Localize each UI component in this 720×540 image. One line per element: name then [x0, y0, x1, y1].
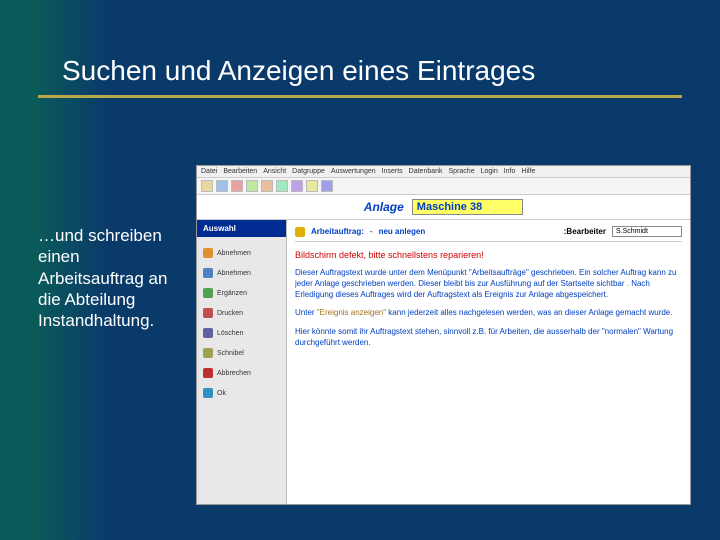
app-window: Datei Bearbeiten Ansicht Datgruppe Auswe… — [196, 165, 691, 505]
menubar: Datei Bearbeiten Ansicht Datgruppe Auswe… — [197, 166, 690, 178]
new-order-link[interactable]: neu anlegen — [379, 227, 426, 236]
menu-item[interactable]: Datei — [201, 168, 217, 175]
sidebar-item-label: Ok — [217, 390, 226, 397]
menu-item[interactable]: Datenbank — [409, 168, 443, 175]
toolbar-icon[interactable] — [306, 180, 318, 192]
anlage-label: Anlage — [364, 200, 404, 214]
sidebar-item[interactable]: Ergänzen — [197, 283, 286, 303]
slide-title: Suchen und Anzeigen eines Eintrages — [0, 0, 720, 95]
menu-item[interactable]: Sprache — [449, 168, 475, 175]
sidebar-icon — [203, 288, 213, 298]
body-paragraph-3: Hier könnte somit ihr Auftragstext stehe… — [295, 327, 682, 349]
sidebar-item-label: Abnehmen — [217, 250, 251, 257]
sidebar-item-label: Abbrechen — [217, 370, 251, 377]
sidebar-icon — [203, 348, 213, 358]
menu-item[interactable]: Datgruppe — [292, 168, 325, 175]
work-order-row: Arbeitauftrag: - neu anlegen :Bearbeiter… — [295, 226, 682, 242]
sidebar-icon — [203, 248, 213, 258]
sidebar-icon — [203, 368, 213, 378]
sidebar-item[interactable]: Drucken — [197, 303, 286, 323]
toolbar-icon[interactable] — [276, 180, 288, 192]
body-paragraph-2: Unter "Ereignis anzeigen" kann jederzeit… — [295, 308, 682, 319]
slide-caption: …und schreiben einen Arbeitsauftrag an d… — [38, 225, 183, 331]
menu-item[interactable]: Hilfe — [521, 168, 535, 175]
sidebar-item-label: Drucken — [217, 310, 243, 317]
work-order-icon — [295, 227, 305, 237]
sidebar-item[interactable]: Abbrechen — [197, 363, 286, 383]
alert-text: Bildschirm defekt, bitte schnellstens re… — [295, 250, 682, 260]
bearbeiter-field[interactable]: S.Schmidt — [612, 226, 682, 237]
sidebar-item[interactable]: Abnehmen — [197, 263, 286, 283]
toolbar — [197, 178, 690, 195]
menu-item[interactable]: Info — [504, 168, 516, 175]
sidebar: Auswahl Abnehmen Abnehmen Ergänzen Druck… — [197, 220, 287, 504]
sidebar-icon — [203, 308, 213, 318]
sidebar-item[interactable]: Löschen — [197, 323, 286, 343]
machine-field[interactable]: Maschine 38 — [412, 199, 523, 215]
menu-item[interactable]: Inserts — [382, 168, 403, 175]
title-underline — [38, 95, 682, 98]
menu-item[interactable]: Ansicht — [263, 168, 286, 175]
toolbar-icon[interactable] — [261, 180, 273, 192]
content-area: Arbeitauftrag: - neu anlegen :Bearbeiter… — [287, 220, 690, 504]
header-row: Anlage Maschine 38 — [197, 195, 690, 220]
menu-item[interactable]: Bearbeiten — [223, 168, 257, 175]
para2-em: "Ereignis anzeigen" — [317, 308, 386, 317]
sidebar-item[interactable]: Schnibel — [197, 343, 286, 363]
toolbar-icon[interactable] — [216, 180, 228, 192]
work-order-label: Arbeitauftrag: — [311, 227, 364, 236]
sidebar-title: Auswahl — [197, 220, 286, 237]
toolbar-icon[interactable] — [321, 180, 333, 192]
toolbar-icon[interactable] — [201, 180, 213, 192]
sidebar-icon — [203, 388, 213, 398]
para2-post: kann jederzeit alles nachgelesen werden,… — [386, 308, 672, 317]
sidebar-item[interactable]: Ok — [197, 383, 286, 403]
toolbar-icon[interactable] — [246, 180, 258, 192]
bearbeiter-label: :Bearbeiter — [564, 227, 606, 236]
sidebar-item-label: Schnibel — [217, 350, 244, 357]
sidebar-icon — [203, 328, 213, 338]
work-order-dash: - — [370, 227, 373, 236]
menu-item[interactable]: Auswertungen — [331, 168, 376, 175]
sidebar-item-label: Abnehmen — [217, 270, 251, 277]
menu-item[interactable]: Login — [481, 168, 498, 175]
body-paragraph-1: Dieser Auftragstext wurde unter dem Menü… — [295, 268, 682, 300]
sidebar-item[interactable]: Abnehmen — [197, 243, 286, 263]
sidebar-item-label: Ergänzen — [217, 290, 247, 297]
toolbar-icon[interactable] — [231, 180, 243, 192]
para2-pre: Unter — [295, 308, 317, 317]
sidebar-icon — [203, 268, 213, 278]
sidebar-item-label: Löschen — [217, 330, 243, 337]
toolbar-icon[interactable] — [291, 180, 303, 192]
